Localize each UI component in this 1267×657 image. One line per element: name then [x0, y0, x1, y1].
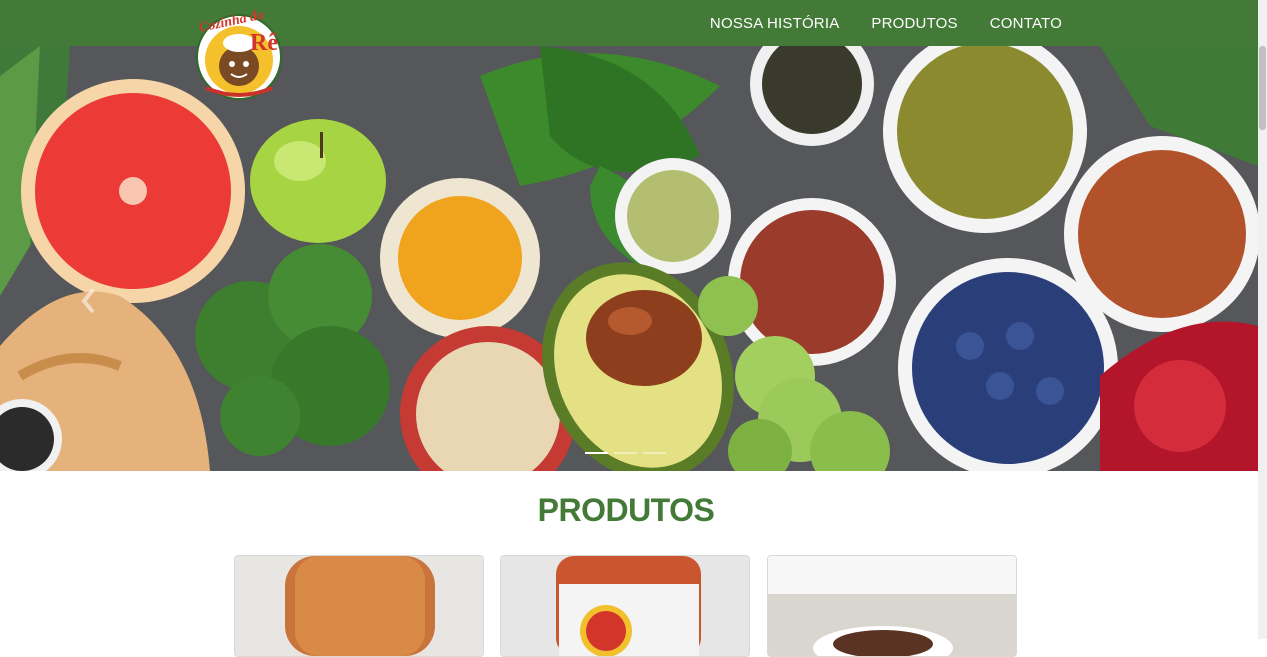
nav-item-produtos[interactable]: PRODUTOS: [871, 15, 957, 32]
top-navbar: NOSSA HISTÓRIA PRODUTOS CONTATO: [0, 0, 1258, 46]
carousel-indicator-2[interactable]: [614, 452, 637, 454]
nav-menu: NOSSA HISTÓRIA PRODUTOS CONTATO: [710, 0, 1062, 46]
products-section-title: PRODUTOS: [537, 492, 715, 528]
logo-emblem-icon: Cozinha da Rê: [196, 8, 282, 100]
nav-item-nossa-historia[interactable]: NOSSA HISTÓRIA: [710, 15, 840, 32]
carousel-indicators: [585, 452, 666, 454]
logo-big-letter: Rê: [250, 30, 278, 56]
chevron-left-icon: [81, 288, 95, 314]
carousel-prev-button[interactable]: [78, 286, 98, 316]
brand-logo[interactable]: Cozinha da Rê: [194, 8, 284, 102]
product-card-cake[interactable]: [767, 555, 1017, 657]
packaged-bread-image: [501, 556, 749, 656]
carousel-indicator-1[interactable]: [585, 452, 608, 454]
hero-food-image: [0, 46, 1258, 471]
scrollbar-thumb[interactable]: [1259, 46, 1266, 130]
nav-item-contato[interactable]: CONTATO: [990, 15, 1062, 32]
carousel-indicator-3[interactable]: [643, 452, 666, 454]
hero-carousel: [0, 46, 1258, 471]
bread-image: [235, 556, 483, 656]
product-card-homemade-bread[interactable]: [500, 555, 750, 657]
page-scrollbar[interactable]: [1258, 0, 1267, 639]
cake-image: [768, 556, 1016, 656]
product-card-bread[interactable]: [234, 555, 484, 657]
